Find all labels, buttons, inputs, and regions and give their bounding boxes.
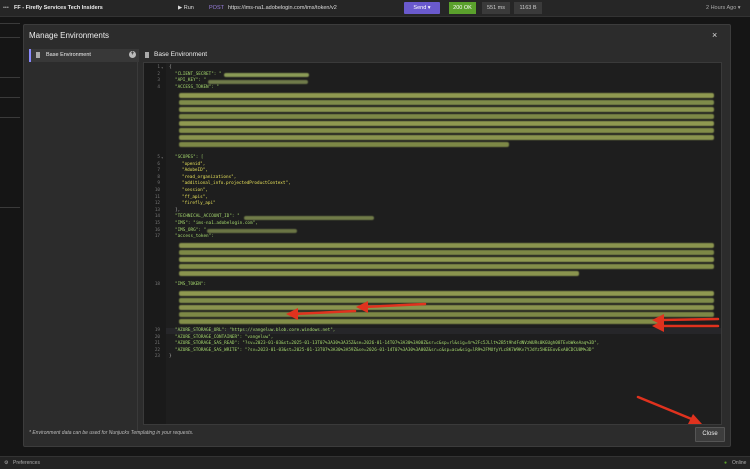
code-line: "firefly_api" [182,201,216,207]
environment-sidebar: Base Environment + [29,49,139,433]
sidebar-item-base-environment[interactable]: Base Environment + [29,49,139,62]
history-label: 2 Hours Ago [706,5,737,11]
manage-environments-dialog: Manage Environments × Base Environment +… [23,24,731,447]
code-line: "session", [182,188,208,193]
dialog-title: Manage Environments [29,31,110,40]
close-icon[interactable]: × [712,31,717,40]
close-button[interactable]: Close [695,427,725,442]
top-bar: ••• FF - Firefly Services Tech Insiders … [0,0,750,17]
line-gutter: 1 2 3 4 5 6 7 8 9 10 11 12 13 14 15 16 1… [144,63,166,424]
code-line: "TECHNICAL_ACCOUNT_ID": " [175,214,240,220]
document-icon [145,52,149,58]
code-line: "SCOPES": [ [175,155,204,160]
code-line-azure-storage-url: "AZURE_STORAGE_URL": "https://vangeluw.b… [175,328,336,333]
line-number: 21 [154,341,160,347]
line-number: 19 [154,328,160,333]
code-line: "ACCESS_TOKEN": " [175,84,219,90]
code-line: } [169,354,172,360]
history-dropdown[interactable]: 2 Hours Ago ▾ [706,3,741,13]
redacted-value [179,312,714,317]
line-number: 18 [154,282,160,287]
redacted-value [179,257,714,262]
redacted-value [179,305,714,310]
redacted-value [179,264,714,269]
line-number: 4 [157,84,160,90]
code-line: "IMS": "ims-na1.adobelogin.com", [175,221,258,226]
line-number: 23 [154,354,160,360]
add-environment-icon[interactable]: + [129,51,136,58]
editor-title: Base Environment [154,51,208,58]
editor-header: Base Environment [142,49,722,61]
code-line: "IMS_TOKEN": [175,282,207,287]
redacted-value [179,142,509,147]
redacted-value [179,291,714,296]
line-number: 15 [154,221,160,226]
line-number: 7 [157,168,160,174]
redacted-value [179,128,714,133]
code-line: "AdobeID", [182,168,208,174]
redacted-value [208,79,308,84]
redacted-value [179,100,714,105]
gear-icon[interactable]: ⚙ [4,459,8,467]
footnote: * Environment data can be used for Nunju… [29,430,194,436]
http-method-select[interactable]: POST [209,3,224,13]
document-icon [36,52,40,58]
code-line: { [169,65,172,70]
redacted-value [179,121,714,126]
redacted-value [244,215,374,220]
line-number: 14 [154,214,160,220]
redacted-value [179,114,714,119]
redacted-value [179,93,714,98]
code-line: "additional_info.projectedProductContext… [182,181,291,187]
code-line: "API_KEY": " [175,78,207,84]
line-number: 1 [157,65,160,70]
redacted-value [207,229,297,233]
line-number: 10 [154,188,160,193]
line-number: 9 [157,181,160,187]
fold-icon[interactable]: ▾ [161,65,163,72]
redacted-value [224,73,309,77]
redacted-value [179,250,714,255]
status-badge: 200 OK [449,2,476,14]
fold-icon[interactable]: ▾ [161,155,163,162]
redacted-value [179,243,714,248]
sidebar-item-label: Base Environment [46,52,91,58]
response-size-badge: 1163 B [514,2,542,14]
code-line-azure-storage-sas-read: "AZURE_STORAGE_SAS_READ": "?sv=2023-01-0… [175,341,600,347]
url-input[interactable]: https://ims-na1.adobelogin.com/ims/token… [228,3,337,13]
response-time-badge: 551 ms [482,2,510,14]
online-status: Online [732,460,747,466]
status-bar: ⚙ Preferences ● Online [0,456,750,469]
send-button[interactable]: Send ▾ [404,2,440,14]
run-button[interactable]: ▶ Run [178,3,194,13]
send-label: Send [413,5,427,11]
line-number: 17 [154,234,160,240]
redacted-value [179,107,714,112]
line-number: 5 [157,155,160,160]
line-number: 12 [154,201,160,207]
line-number: 3 [157,78,160,84]
redacted-value [179,135,714,140]
code-line: "access_token": [175,234,214,240]
online-indicator-icon: ● [724,460,728,466]
redacted-value [179,319,659,324]
redacted-value [179,271,579,276]
run-label: Run [183,5,194,11]
redacted-value [179,298,714,303]
workspace-selector[interactable]: FF - Firefly Services Tech Insiders [14,3,103,13]
code-line-azure-storage-sas-write: "AZURE_STORAGE_SAS_WRITE": "?sv=2023-01-… [175,347,595,353]
json-editor[interactable]: 1 2 3 4 5 6 7 8 9 10 11 12 13 14 15 16 1… [143,62,722,425]
preferences-link[interactable]: Preferences [13,459,40,467]
app-menu-icon[interactable]: ••• [3,3,9,13]
